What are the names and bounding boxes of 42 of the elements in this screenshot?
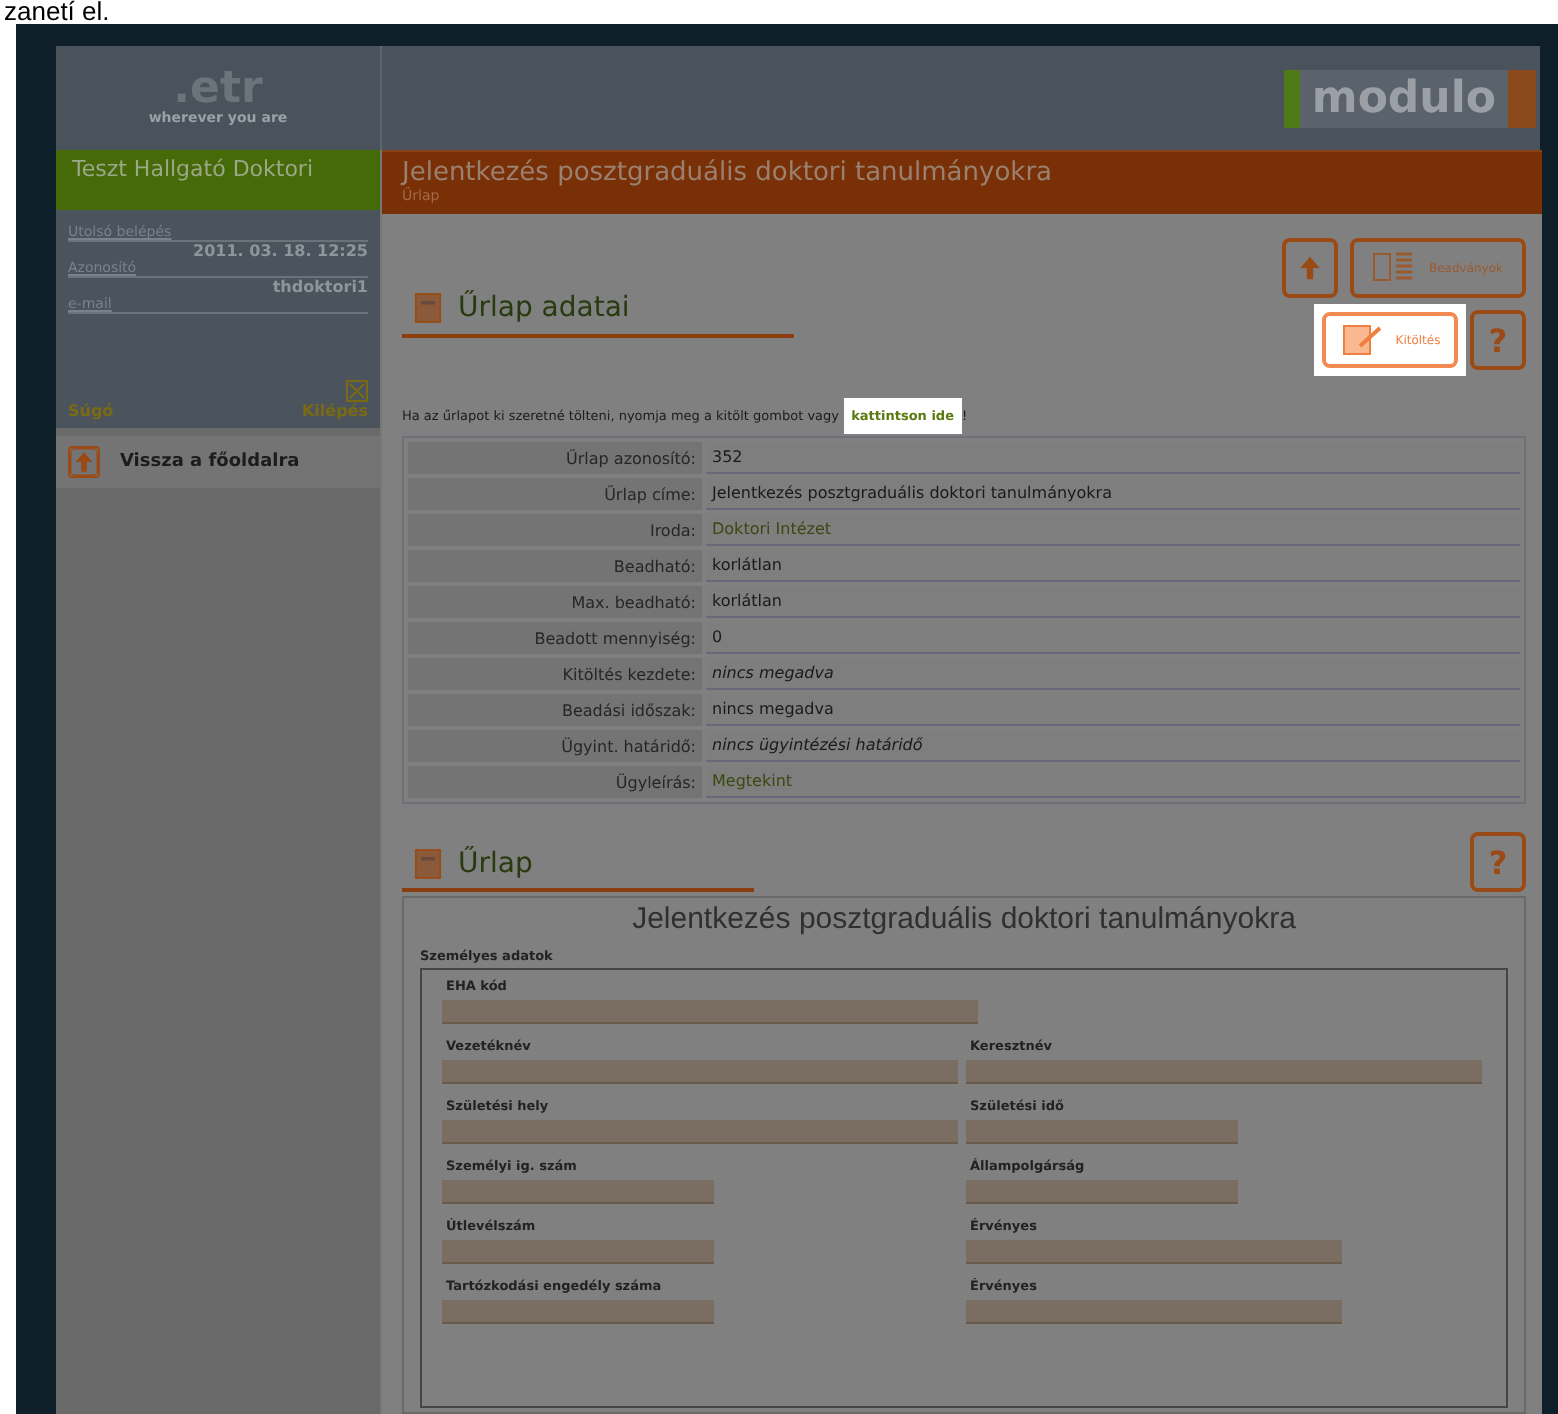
field-label: Beadott mennyiség:	[408, 622, 702, 654]
document-icon	[414, 848, 442, 880]
field-label: Beadható:	[408, 550, 702, 582]
close-icon[interactable]	[346, 380, 368, 402]
section-heading: Űrlap	[402, 840, 754, 892]
help-button[interactable]: ?	[1470, 832, 1526, 892]
user-name: Teszt Hallgató Doktori	[56, 150, 380, 210]
input-field[interactable]	[442, 1060, 958, 1084]
field-label: Beadási időszak:	[408, 694, 702, 726]
help-link[interactable]: Súgó	[68, 402, 114, 420]
info-value: thdoktori1	[270, 278, 368, 296]
section-heading: Űrlap adatai	[402, 282, 794, 338]
field-label: Max. beadható:	[408, 586, 702, 618]
info-value: 2011. 03. 18. 12:25	[191, 242, 368, 260]
input-field[interactable]	[442, 1120, 958, 1144]
input-field[interactable]	[966, 1060, 1482, 1084]
input-field[interactable]	[442, 1240, 714, 1264]
page-title: Jelentkezés posztgraduális doktori tanulmányokra	[402, 158, 1054, 188]
caption-text: zanetí el.	[2, 0, 112, 24]
form-title: Jelentkezés posztgraduális doktori tanulmányokra	[630, 902, 1298, 936]
up-arrow-icon	[68, 446, 100, 478]
input-field[interactable]	[442, 1300, 714, 1324]
field-label: Űrlap azonosító:	[408, 442, 702, 474]
up-button[interactable]	[1282, 238, 1338, 298]
logout-link[interactable]: Kilépés	[301, 402, 368, 420]
brand-logo: modulo	[1283, 69, 1536, 127]
document-icon	[414, 292, 442, 324]
list-icon	[1372, 250, 1417, 286]
field-label: Iroda:	[408, 514, 702, 546]
field-label: Ügyint. határidő:	[408, 730, 702, 762]
input-field[interactable]	[442, 1180, 714, 1204]
input-field[interactable]	[966, 1120, 1238, 1144]
back-link[interactable]: Vissza a főoldalra	[56, 436, 380, 488]
help-button[interactable]: ?	[1470, 310, 1526, 370]
field-label: Kitöltés kezdete:	[408, 658, 702, 690]
field-label: Ügyleírás:	[408, 766, 702, 798]
input-field[interactable]	[966, 1300, 1342, 1324]
field-label: Űrlap címe:	[408, 478, 702, 510]
input-field[interactable]	[966, 1180, 1238, 1204]
input-field[interactable]	[442, 1000, 978, 1024]
input-field[interactable]	[966, 1240, 1342, 1264]
pencil-icon	[1339, 322, 1384, 358]
